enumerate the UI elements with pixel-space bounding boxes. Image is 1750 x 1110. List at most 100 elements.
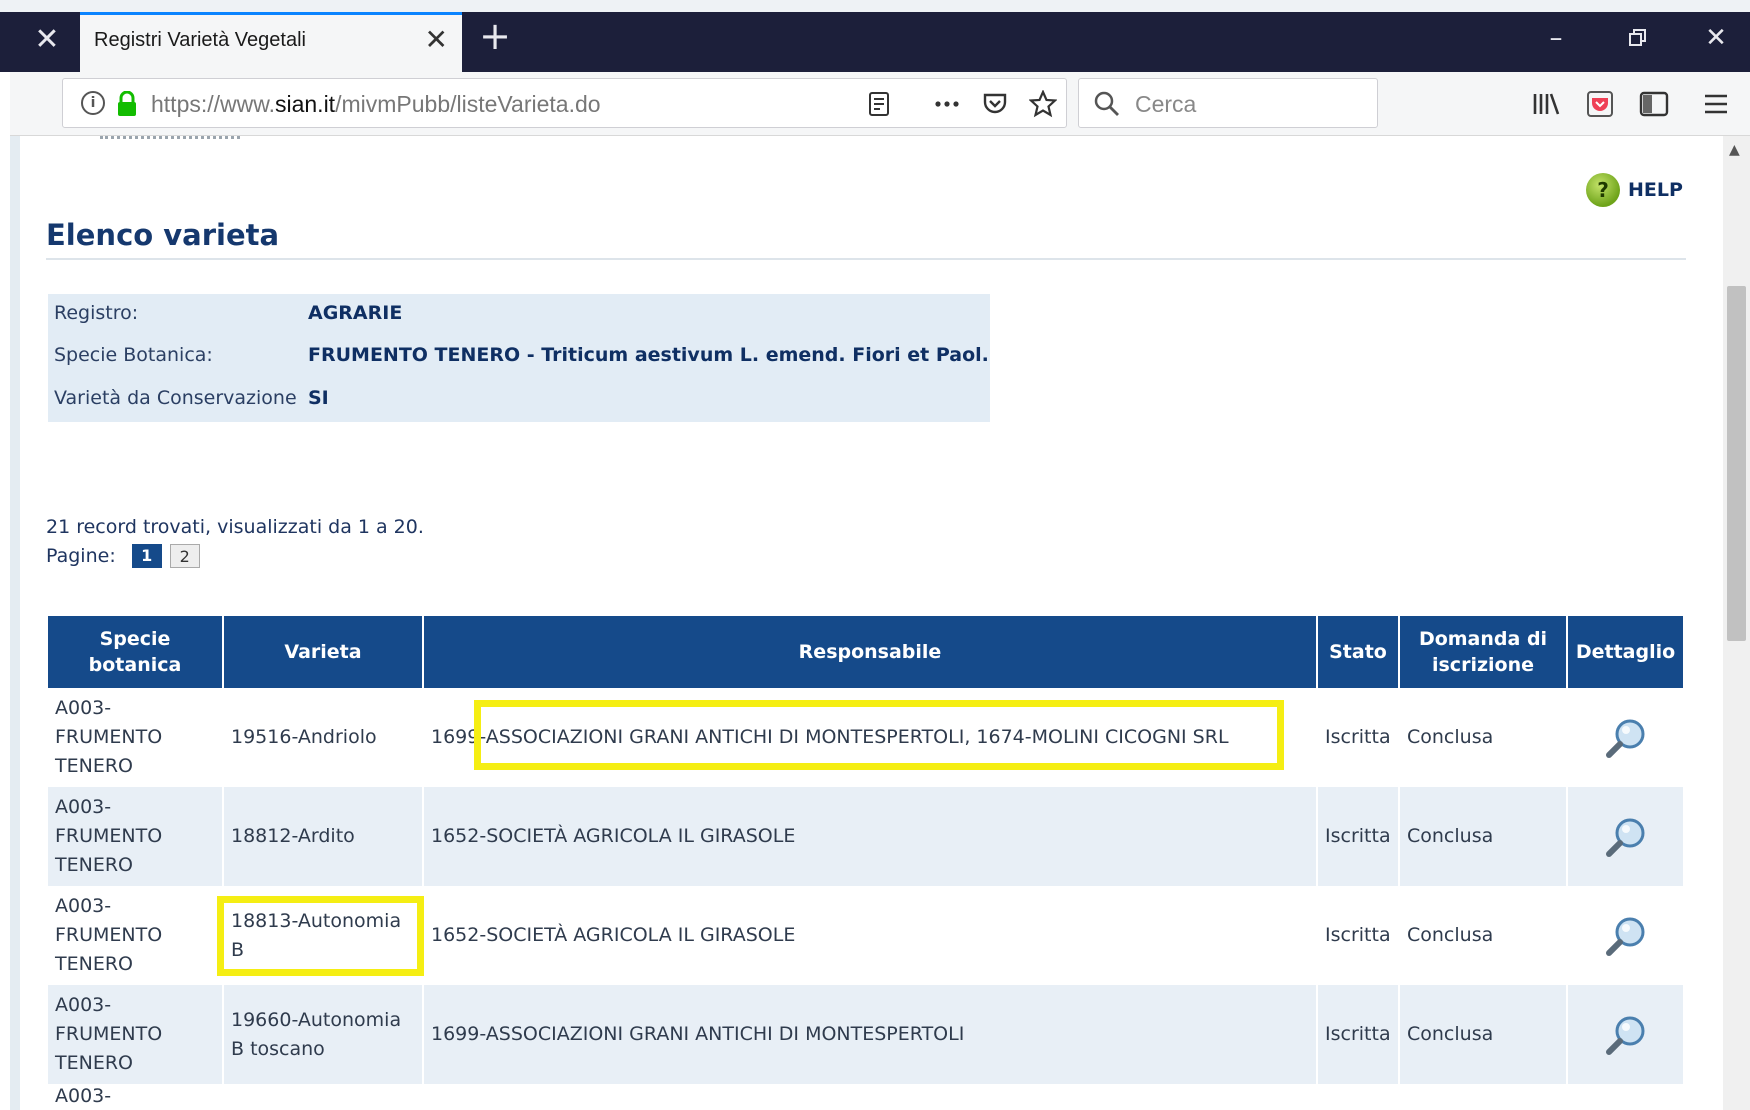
page-title: Elenco varieta (46, 218, 280, 252)
info-label: Varietà da Conservazione (54, 387, 297, 409)
column-header-specie[interactable]: Specie botanica (48, 616, 224, 688)
close-window-icon[interactable]: ✕ (1688, 18, 1744, 58)
column-header-domanda[interactable]: Domanda di iscrizione (1399, 616, 1568, 688)
cell-varieta: 18813-Autonomia B (223, 886, 424, 985)
url-text[interactable]: https://www.sian.it/mivmPubb/listeVariet… (151, 91, 601, 118)
cell-responsabile: 1699-ASSOCIAZIONI GRANI ANTICHI DI MONTE… (423, 688, 1318, 787)
help-link[interactable]: ? HELP (1586, 170, 1683, 210)
vertical-scrollbar[interactable]: ▲ (1723, 136, 1750, 1110)
page-left-border (10, 136, 20, 1110)
page-button-2[interactable]: 2 (169, 544, 200, 568)
cell-specie: A003-FRUMENTO TENERO (48, 985, 224, 1084)
cell-dettaglio (1567, 985, 1685, 1084)
bookmark-star-icon[interactable] (1029, 90, 1057, 118)
varieties-table: Specie botanica Varieta Responsabile Sta… (48, 616, 1685, 1108)
info-row-specie: Specie Botanica: FRUMENTO TENERO - Triti… (48, 336, 990, 376)
title-divider (46, 258, 1686, 260)
cell-empty (423, 1084, 1318, 1108)
info-label: Registro: (54, 302, 139, 324)
cell-dettaglio (1567, 787, 1685, 886)
registry-info-box: Registro: AGRARIE Specie Botanica: FRUME… (48, 294, 990, 422)
cell-domanda: Conclusa (1399, 985, 1568, 1084)
magnifier-icon[interactable] (1604, 1013, 1648, 1057)
url-path: /mivmPubb/listeVarieta.do (335, 91, 601, 117)
tab-close-icon[interactable]: ✕ (425, 25, 448, 55)
records-count: 21 record trovati, visualizzati da 1 a 2… (46, 516, 424, 538)
url-domain: sian.it (274, 91, 336, 117)
cell-stato: Iscritta (1317, 886, 1400, 985)
navigation-bar: i https://www.sian.it/mivmPubb/listeVari… (10, 72, 1750, 136)
restore-icon-glyph (1629, 29, 1646, 46)
help-question-icon: ? (1586, 173, 1620, 207)
scroll-up-icon[interactable]: ▲ (1729, 142, 1740, 158)
search-placeholder: Cerca (1135, 91, 1197, 117)
table-row: A003-FRUMENTO TENERO 19516-Andriolo 1699… (48, 688, 1685, 787)
pages-label: Pagine: (46, 545, 116, 567)
column-header-stato[interactable]: Stato (1317, 616, 1400, 688)
cell-responsabile: 1652-SOCIETÀ AGRICOLA IL GIRASOLE (423, 886, 1318, 985)
cell-specie: A003-FRUMENTO TENERO (48, 787, 224, 886)
magnifier-icon[interactable] (1604, 716, 1648, 760)
cell-empty (1567, 1084, 1685, 1108)
close-tab-icon[interactable]: ✕ (14, 22, 80, 58)
info-value: AGRARIE (308, 302, 403, 324)
cell-varieta: 19660-Autonomia B toscano (223, 985, 424, 1084)
table-header-row: Specie botanica Varieta Responsabile Sta… (48, 616, 1685, 688)
cell-domanda: Conclusa (1399, 886, 1568, 985)
info-row-conservazione: Varietà da Conservazione SI (48, 379, 990, 419)
cell-dettaglio (1567, 688, 1685, 787)
menu-icon[interactable] (1700, 88, 1732, 120)
cell-stato: Iscritta (1317, 787, 1400, 886)
search-icon (1094, 91, 1119, 116)
cell-domanda: Conclusa (1399, 688, 1568, 787)
cell-empty (1317, 1084, 1400, 1108)
url-bar[interactable]: i https://www.sian.it/mivmPubb/listeVari… (62, 78, 1067, 128)
tab-title: Registri Varietà Vegetali (94, 29, 306, 51)
minimize-icon[interactable]: – (1528, 18, 1584, 58)
cell-empty (1399, 1084, 1568, 1108)
magnifier-icon[interactable] (1604, 815, 1648, 859)
info-value: SI (308, 387, 329, 409)
cell-stato: Iscritta (1317, 985, 1400, 1084)
reader-view-icon[interactable] (865, 90, 893, 118)
pocket-saved-icon[interactable] (1584, 88, 1616, 120)
table-row: A003-FRUMENTO TENERO 18813-Autonomia B 1… (48, 886, 1685, 985)
info-icon[interactable]: i (81, 91, 105, 115)
more-actions-icon[interactable] (933, 90, 961, 118)
column-header-responsabile[interactable]: Responsabile (423, 616, 1318, 688)
cell-domanda: Conclusa (1399, 787, 1568, 886)
cell-specie: A003-FRUMENTO TENERO (48, 688, 224, 787)
cell-responsabile: 1652-SOCIETÀ AGRICOLA IL GIRASOLE (423, 787, 1318, 886)
pocket-icon[interactable] (981, 90, 1009, 118)
new-tab-icon[interactable]: + (475, 16, 515, 56)
info-label: Specie Botanica: (54, 344, 213, 366)
table-row: A003-FRUMENTO TENERO 18812-Ardito 1652-S… (48, 787, 1685, 886)
column-header-dettaglio: Dettaglio (1567, 616, 1685, 688)
title-bar: ✕ Registri Varietà Vegetali ✕ + – ✕ (0, 0, 1750, 72)
scrollbar-thumb[interactable] (1727, 286, 1746, 641)
table-row-partial: A003- (48, 1084, 1685, 1108)
cell-empty (223, 1084, 424, 1108)
title-bar-top-edge (0, 0, 1750, 12)
restore-icon[interactable] (1610, 18, 1666, 58)
column-header-varieta[interactable]: Varieta (223, 616, 424, 688)
lock-icon[interactable] (115, 91, 139, 117)
search-bar[interactable]: Cerca (1078, 78, 1378, 128)
info-row-registro: Registro: AGRARIE (48, 294, 990, 334)
cell-responsabile: 1699-ASSOCIAZIONI GRANI ANTICHI DI MONTE… (423, 985, 1318, 1084)
tab-registri-varieta[interactable]: Registri Varietà Vegetali ✕ (80, 12, 462, 72)
url-prefix: https://www. (151, 91, 275, 117)
pagination: Pagine: 1 2 (46, 544, 200, 568)
cell-stato: Iscritta (1317, 688, 1400, 787)
cell-dettaglio (1567, 886, 1685, 985)
magnifier-icon[interactable] (1604, 914, 1648, 958)
page-button-1[interactable]: 1 (131, 544, 162, 568)
sidebar-icon[interactable] (1638, 88, 1670, 120)
help-label: HELP (1628, 179, 1683, 201)
cell-specie: A003-FRUMENTO TENERO (48, 886, 224, 985)
library-icon[interactable] (1530, 88, 1562, 120)
cell-specie-partial: A003- (48, 1084, 224, 1108)
table-row: A003-FRUMENTO TENERO 19660-Autonomia B t… (48, 985, 1685, 1084)
info-value: FRUMENTO TENERO - Triticum aestivum L. e… (308, 344, 989, 366)
cell-varieta: 19516-Andriolo (223, 688, 424, 787)
